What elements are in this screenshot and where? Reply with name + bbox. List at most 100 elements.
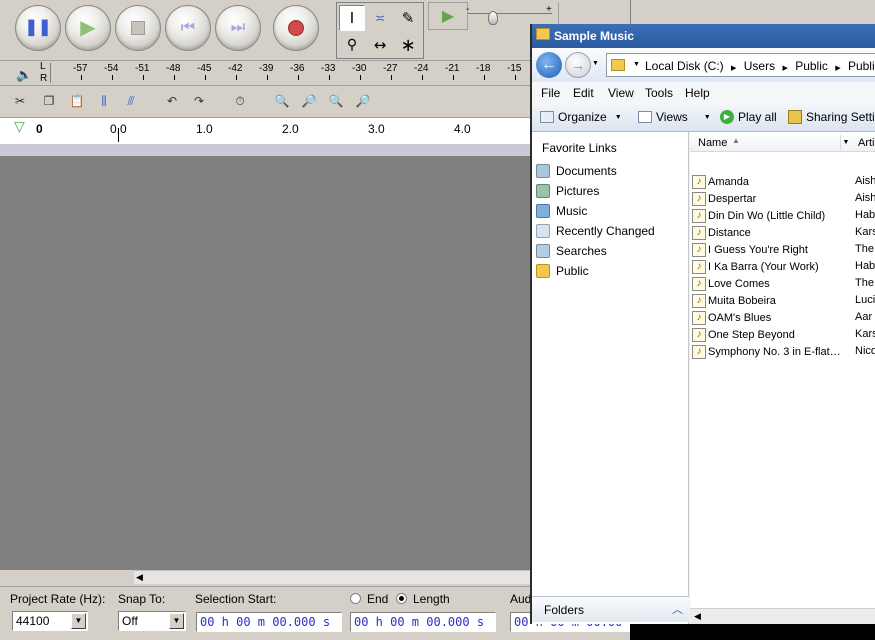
breadcrumb-arrow-icon[interactable]: ▼ [633, 61, 640, 68]
length-radio[interactable] [396, 593, 407, 604]
breadcrumb-separator-icon[interactable]: ▶ [782, 65, 787, 72]
file-row[interactable]: ♪ OAM's Blues [692, 309, 771, 326]
column-artist[interactable]: Arti [858, 137, 875, 149]
envelope-icon: ≍ [374, 10, 386, 25]
project-rate-select[interactable]: 44100 ▼ [12, 611, 88, 631]
meter-tick-label: -42 [228, 63, 243, 74]
chevron-down-icon[interactable]: ▼ [840, 135, 851, 150]
documents-icon [536, 164, 550, 178]
timeline-band [0, 144, 530, 156]
play-head-icon[interactable]: ▽ [14, 118, 25, 135]
file-row[interactable]: ♪ I Guess You're Right [692, 241, 808, 258]
play-all-button[interactable]: ▶ Play all [720, 110, 777, 124]
trim-button[interactable]: ⫼ [92, 90, 116, 112]
copy-button[interactable]: ❐ [37, 90, 61, 112]
file-row[interactable]: ♪ Muita Bobeira [692, 292, 776, 309]
sync-lock-button[interactable]: ⏱ [228, 90, 252, 112]
zoom-out-button[interactable]: 🔎 [297, 90, 321, 112]
nav-link-pictures[interactable]: Pictures [536, 184, 599, 198]
stop-button[interactable] [115, 5, 161, 51]
timeshift-tool[interactable]: ↔ [367, 32, 393, 58]
redo-button[interactable]: ↷ [187, 90, 211, 112]
back-button[interactable]: ← [536, 52, 562, 78]
track-area[interactable] [0, 156, 530, 570]
address-bar[interactable]: ▼ Local Disk (C:) ▶ Users ▶ Public ▶ Pub… [606, 53, 875, 77]
file-row[interactable]: ♪ Din Din Wo (Little Child) [692, 207, 825, 224]
scroll-left-icon[interactable]: ◀ [136, 572, 143, 583]
menu-view[interactable]: View [608, 86, 634, 100]
play-button[interactable]: ▶ [65, 5, 111, 51]
nav-link-public[interactable]: Public [536, 264, 589, 278]
file-row[interactable]: ♪ Amanda [692, 173, 749, 190]
meter-tick-mark [143, 75, 144, 80]
breadcrumb-item-public[interactable]: Public [795, 59, 828, 73]
breadcrumb-separator-icon[interactable]: ▶ [731, 65, 736, 72]
views-button[interactable]: Views ▼ [638, 110, 711, 124]
file-row[interactable]: ♪ Symphony No. 3 in E-flat… [692, 343, 841, 360]
file-row[interactable]: ♪ Love Comes [692, 275, 770, 292]
breadcrumb-item-users[interactable]: Users [744, 59, 775, 73]
file-row[interactable]: ♪ I Ka Barra (Your Work) [692, 258, 819, 275]
skip-to-end-button[interactable]: ⏭ [215, 5, 261, 51]
music-file-icon: ♪ [692, 259, 706, 274]
double-arrow-icon: ↔ [373, 35, 387, 54]
fit-project-button[interactable]: 🔎 [351, 90, 375, 112]
forward-button[interactable]: → [565, 52, 591, 78]
nav-link-music[interactable]: Music [536, 204, 587, 218]
selection-start-field[interactable]: 00 h 00 m 00.000 s [196, 612, 342, 632]
history-dropdown-icon[interactable]: ▼ [592, 60, 599, 67]
end-radio[interactable] [350, 593, 361, 604]
breadcrumb-separator-icon[interactable]: ▶ [835, 65, 840, 72]
draw-tool[interactable]: ✎ [395, 5, 421, 31]
skip-to-start-button[interactable]: ⏮ [165, 5, 211, 51]
zoom-tool[interactable]: ⚲ [339, 32, 365, 58]
file-list-scrollbar[interactable]: ◀ [690, 608, 875, 624]
chevron-up-icon[interactable]: ︿ [672, 601, 683, 617]
file-row[interactable]: ♪ Despertar [692, 190, 756, 207]
menu-edit[interactable]: Edit [573, 86, 594, 100]
snap-to-select[interactable]: Off ▼ [118, 611, 186, 631]
timeline-ruler[interactable]: ▽ [0, 117, 530, 145]
horizontal-scrollbar[interactable]: ◀ [134, 570, 530, 584]
scroll-left-icon[interactable]: ◀ [694, 611, 701, 622]
organize-button[interactable]: Organize ▼ [540, 110, 622, 124]
sharing-settings-button[interactable]: Sharing Settin [788, 110, 875, 124]
meter-tick-label: -30 [352, 63, 367, 74]
nav-link-documents[interactable]: Documents [536, 164, 617, 178]
menu-help[interactable]: Help [685, 86, 710, 100]
output-level-meter[interactable]: -57 -54 -51 -48 -45 -42 -39 -36 -33 -30 -27 -24 -21 -… [50, 63, 530, 83]
folders-bar[interactable]: Folders ︿ [532, 596, 689, 622]
column-header: Name ▲ ▼ Arti [690, 134, 875, 152]
paste-button[interactable]: 📋 [65, 90, 89, 112]
cursor-line [118, 128, 119, 142]
length-label: Length [413, 592, 450, 606]
fit-selection-button[interactable]: 🔍 [324, 90, 348, 112]
slider-thumb[interactable] [488, 11, 498, 25]
file-row[interactable]: ♪ One Step Beyond [692, 326, 795, 343]
envelope-tool[interactable]: ≍ [367, 5, 393, 31]
meter-tick-mark [81, 75, 82, 80]
nav-link-recently-changed[interactable]: Recently Changed [536, 224, 655, 238]
breadcrumb-item-public-music[interactable]: Public Music [848, 59, 875, 73]
nav-link-searches[interactable]: Searches [536, 244, 607, 258]
skip-end-icon: ⏭ [230, 19, 246, 36]
silence-button[interactable]: ⫻ [119, 90, 143, 112]
cut-button[interactable]: ✂ [8, 90, 32, 112]
navigation-pane: Favorite Links Documents Pictures Music … [532, 132, 689, 624]
selection-tool[interactable]: I [339, 5, 365, 31]
play-meter-button[interactable]: ▶ [428, 2, 468, 30]
pause-icon: ❚❚ [24, 19, 52, 36]
undo-button[interactable]: ↶ [160, 90, 184, 112]
file-row[interactable]: ♪ Distance [692, 224, 751, 241]
record-button[interactable] [273, 5, 319, 51]
menu-tools[interactable]: Tools [645, 86, 673, 100]
menu-file[interactable]: File [541, 86, 560, 100]
column-name[interactable]: Name [698, 137, 727, 149]
title-bar[interactable]: Sample Music [532, 24, 875, 48]
pause-button[interactable]: ❚❚ [15, 5, 61, 51]
zoom-in-button[interactable]: 🔍 [270, 90, 294, 112]
length-field[interactable]: 00 h 00 m 00.000 s [350, 612, 496, 632]
multi-tool[interactable]: ∗ [395, 32, 421, 58]
skip-start-icon: ⏮ [180, 19, 196, 36]
breadcrumb-item-local-disk[interactable]: Local Disk (C:) [645, 59, 724, 73]
